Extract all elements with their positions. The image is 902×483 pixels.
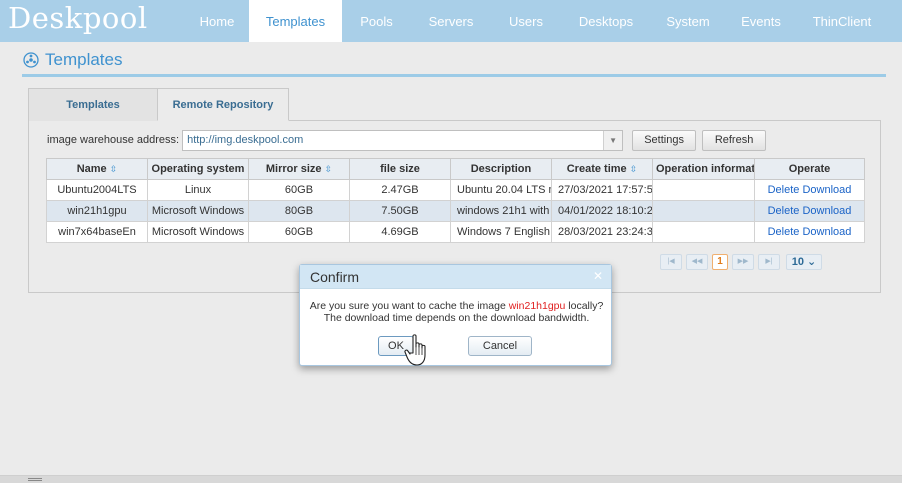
nav-servers[interactable]: Servers	[411, 0, 491, 42]
cell-operate: Delete Download	[754, 179, 865, 201]
delete-link[interactable]: Delete	[768, 226, 800, 238]
table-row[interactable]: win7x64baseEn Microsoft Windows 60GB 4.6…	[46, 221, 865, 243]
cell-create-time: 04/01/2022 18:10:24	[551, 200, 653, 222]
table-row[interactable]: win21h1gpu Microsoft Windows 80GB 7.50GB…	[46, 200, 865, 222]
sort-icon: ⇳	[324, 164, 333, 174]
repository-table: Name ⇳ Operating system Mirror size ⇳ fi…	[46, 158, 865, 243]
sort-icon: ⇳	[629, 164, 638, 174]
image-name-highlight: win21h1gpu	[508, 300, 566, 312]
prev-page-button[interactable]: ◀◀	[686, 254, 708, 270]
title-divider	[22, 74, 886, 77]
cell-file-size: 4.69GB	[349, 221, 451, 243]
table-row[interactable]: Ubuntu2004LTS Linux 60GB 2.47GB Ubuntu 2…	[46, 179, 865, 201]
nav-home[interactable]: Home	[185, 0, 249, 42]
col-header-file-size: file size	[349, 158, 451, 180]
bottom-bar	[0, 475, 902, 483]
tab-templates[interactable]: Templates	[28, 88, 158, 121]
first-page-button[interactable]: |◀	[660, 254, 682, 270]
download-link[interactable]: Download	[802, 205, 851, 217]
cancel-button[interactable]: Cancel	[468, 336, 532, 356]
cell-os: Linux	[147, 179, 249, 201]
cell-mirror-size: 60GB	[248, 179, 350, 201]
page-title: Templates	[23, 50, 122, 70]
cell-description: Ubuntu 20.04 LTS m	[450, 179, 552, 201]
main-nav: Home Templates Pools Servers Users Deskt…	[185, 0, 887, 42]
page-title-text: Templates	[45, 50, 123, 69]
col-header-name[interactable]: Name ⇳	[46, 158, 148, 180]
col-header-operation-info: Operation informat	[652, 158, 755, 180]
address-row: image warehouse address: http://img.desk…	[47, 129, 767, 151]
dialog-header: Confirm ✕	[300, 265, 611, 289]
dialog-line-2: The download time depends on the downloa…	[323, 312, 590, 324]
nav-users[interactable]: Users	[491, 0, 561, 42]
sort-icon: ⇳	[109, 164, 118, 174]
settings-button[interactable]: Settings	[632, 129, 697, 151]
address-value: http://img.deskpool.com	[187, 133, 304, 146]
table-header-row: Name ⇳ Operating system Mirror size ⇳ fi…	[46, 158, 865, 180]
dialog-message: Are you sure you want to cache the image…	[300, 300, 613, 324]
nav-system[interactable]: System	[651, 0, 725, 42]
cell-name: win7x64baseEn	[46, 221, 148, 243]
nav-desktops[interactable]: Desktops	[561, 0, 651, 42]
delete-link[interactable]: Delete	[768, 205, 800, 217]
pagination: |◀ ◀◀ 1 ▶▶ ▶| 10 ⌄	[660, 253, 822, 271]
cell-description: Windows 7 English	[450, 221, 552, 243]
cell-operate: Delete Download	[754, 200, 865, 222]
col-header-mirror-size[interactable]: Mirror size ⇳	[248, 158, 350, 180]
chevron-down-icon[interactable]: ▼	[603, 130, 623, 150]
tab-remote-repository[interactable]: Remote Repository	[157, 88, 289, 121]
cell-description: windows 21h1 with g	[450, 200, 552, 222]
nav-events[interactable]: Events	[725, 0, 797, 42]
col-header-os: Operating system	[147, 158, 249, 180]
cell-operation-info	[652, 179, 755, 201]
top-header: Deskpool Home Templates Pools Servers Us…	[0, 0, 902, 42]
page-size-select[interactable]: 10 ⌄	[786, 254, 822, 270]
templates-icon	[23, 52, 39, 68]
nav-thinclient[interactable]: ThinClient	[797, 0, 887, 42]
nav-templates[interactable]: Templates	[249, 0, 342, 42]
dialog-line-1: Are you sure you want to cache the image…	[309, 300, 604, 312]
close-icon[interactable]: ✕	[593, 269, 603, 283]
cell-name: Ubuntu2004LTS	[46, 179, 148, 201]
app-logo[interactable]: Deskpool	[8, 1, 148, 35]
col-header-description: Description	[450, 158, 552, 180]
hand-cursor-icon	[404, 334, 426, 366]
cell-create-time: 28/03/2021 23:24:36	[551, 221, 653, 243]
refresh-button[interactable]: Refresh	[702, 129, 767, 151]
cell-name: win21h1gpu	[46, 200, 148, 222]
cell-os: Microsoft Windows	[147, 200, 249, 222]
tab-bar: Templates Remote Repository	[28, 88, 289, 121]
next-page-button[interactable]: ▶▶	[732, 254, 754, 270]
cell-mirror-size: 80GB	[248, 200, 350, 222]
confirm-dialog: Confirm ✕ Are you sure you want to cache…	[299, 264, 612, 366]
cell-operation-info	[652, 200, 755, 222]
cell-operation-info	[652, 221, 755, 243]
download-link[interactable]: Download	[802, 226, 851, 238]
cell-file-size: 2.47GB	[349, 179, 451, 201]
cell-file-size: 7.50GB	[349, 200, 451, 222]
last-page-button[interactable]: ▶|	[758, 254, 780, 270]
address-select[interactable]: http://img.deskpool.com ▼	[182, 129, 624, 151]
delete-link[interactable]: Delete	[768, 184, 800, 196]
cell-os: Microsoft Windows	[147, 221, 249, 243]
current-page[interactable]: 1	[712, 254, 728, 270]
col-header-create-time[interactable]: Create time ⇳	[551, 158, 653, 180]
download-link[interactable]: Download	[802, 184, 851, 196]
chevron-down-icon: ⌄	[807, 256, 817, 268]
nav-pools[interactable]: Pools	[342, 0, 411, 42]
dialog-title: Confirm	[310, 269, 360, 285]
cell-operate: Delete Download	[754, 221, 865, 243]
cell-create-time: 27/03/2021 17:57:56	[551, 179, 653, 201]
col-header-operate: Operate	[754, 158, 865, 180]
cell-mirror-size: 60GB	[248, 221, 350, 243]
address-label: image warehouse address:	[47, 134, 180, 146]
grip-icon[interactable]	[28, 478, 42, 481]
